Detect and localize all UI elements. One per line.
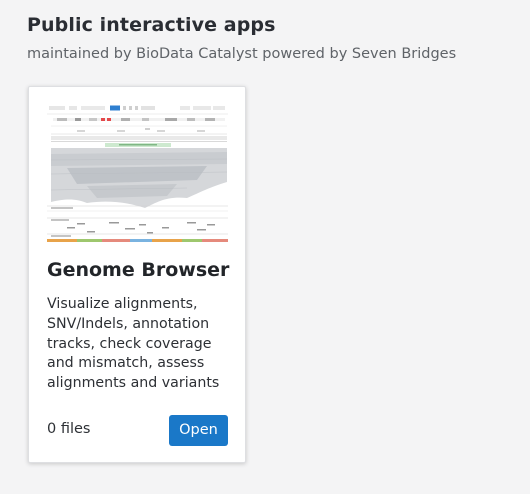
section-title: Public interactive apps [27,14,276,36]
open-button[interactable]: Open [169,415,228,446]
app-description: Visualize alignments, SNV/Indels, annota… [47,296,220,392]
genome-browser-thumbnail [47,102,228,242]
section-subtitle: maintained by BioData Catalyst powered b… [27,46,457,62]
app-card-genome-browser: Genome Browser Visualize alignments, SNV… [28,86,246,463]
app-name: Genome Browser [47,259,230,281]
file-count: 0 files [47,421,91,437]
